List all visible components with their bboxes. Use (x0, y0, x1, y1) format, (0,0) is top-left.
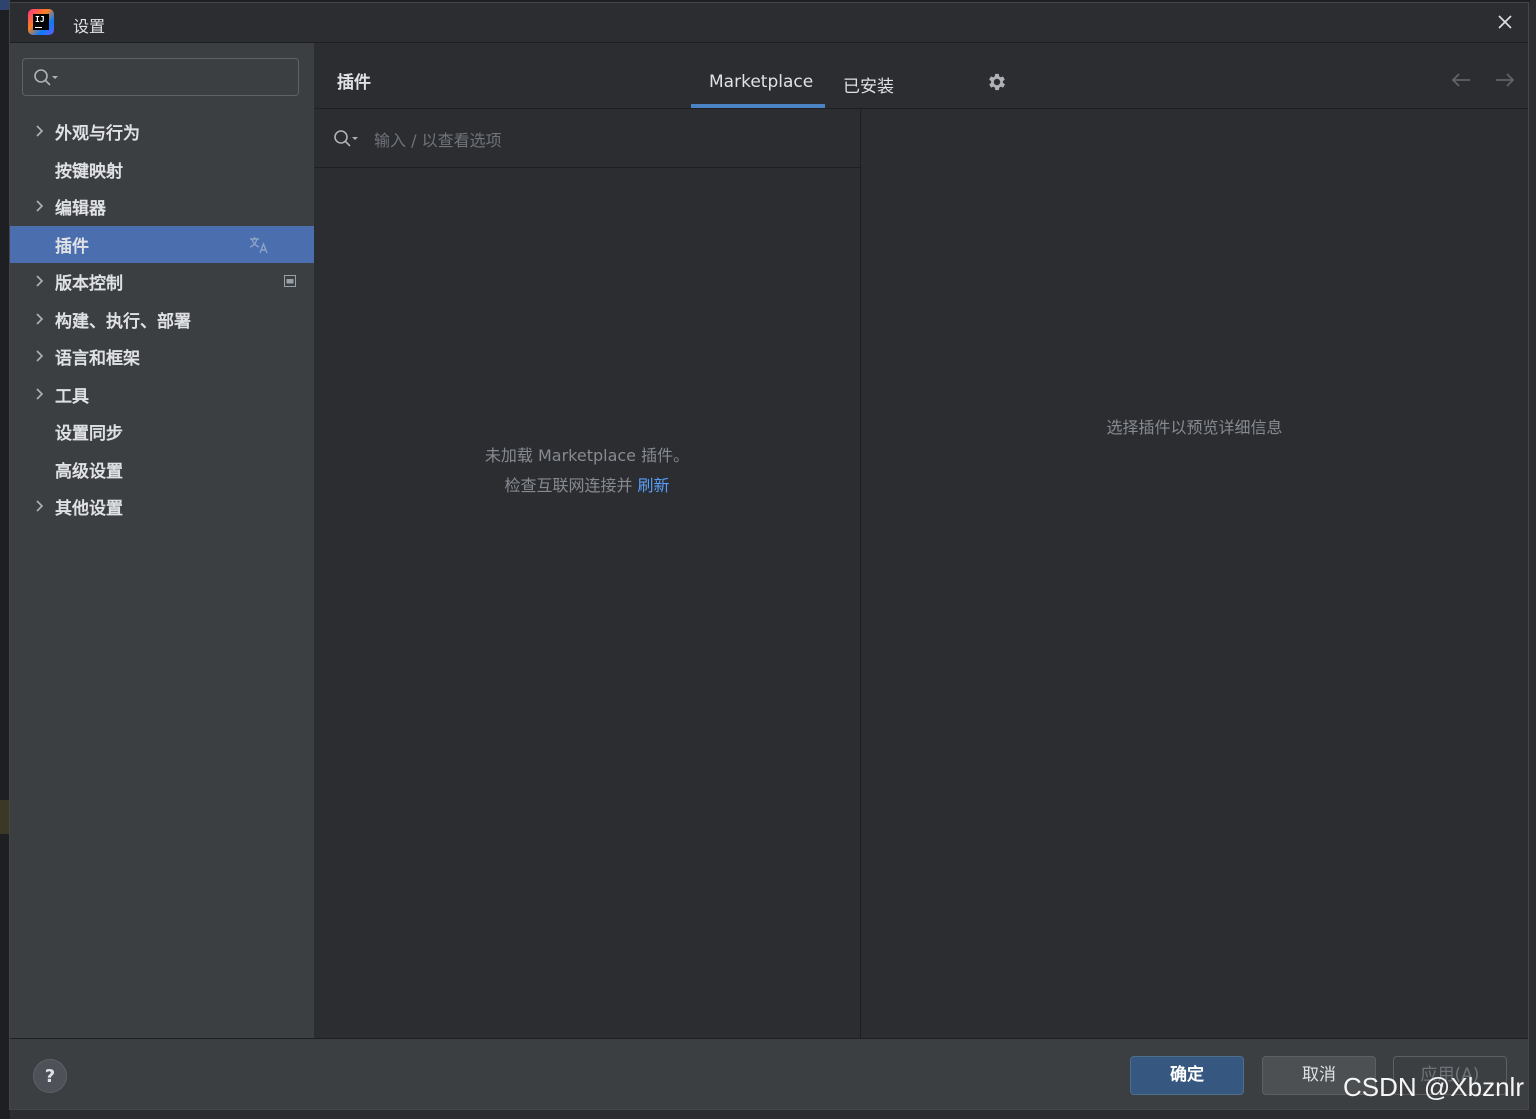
sidebar-item[interactable]: 高级设置 (10, 451, 314, 489)
tab-installed[interactable]: 已安装 (843, 72, 894, 97)
chevron-right-icon[interactable] (32, 124, 46, 138)
sidebar-item[interactable]: 按键映射 (10, 151, 314, 189)
search-dropdown-icon[interactable] (333, 129, 361, 149)
sidebar-item-label: 按键映射 (55, 161, 123, 182)
preview-hint: 选择插件以预览详细信息 (1106, 418, 1283, 437)
sidebar-item[interactable]: 编辑器 (10, 188, 314, 226)
sidebar-item-label: 语言和框架 (55, 349, 140, 370)
back-arrow-icon[interactable] (1448, 69, 1474, 91)
search-dropdown-icon[interactable] (33, 68, 61, 88)
sidebar-item-label: 工具 (55, 386, 89, 407)
plugin-search-bar[interactable] (314, 109, 860, 168)
chevron-right-icon[interactable] (32, 199, 46, 213)
chevron-right-icon[interactable] (32, 312, 46, 326)
sidebar-item-label: 其他设置 (55, 499, 123, 520)
sidebar-item[interactable]: 外观与行为 (10, 113, 314, 151)
settings-search-input[interactable] (67, 65, 291, 91)
plugin-list-pane: 未加载 Marketplace 插件。 检查互联网连接并 刷新 (314, 109, 861, 1038)
sidebar-item-label: 插件 (55, 236, 89, 257)
help-button[interactable]: ? (33, 1059, 67, 1093)
empty-state-hint: 检查互联网连接并 刷新 (314, 472, 860, 496)
gear-icon[interactable] (986, 71, 1008, 93)
chevron-right-icon[interactable] (32, 387, 46, 401)
plugin-search-input[interactable] (372, 126, 836, 154)
window-title: 设置 (73, 17, 106, 36)
project-level-icon (284, 275, 296, 287)
sidebar-item-label: 外观与行为 (55, 124, 140, 145)
plugins-header: 插件 Marketplace 已安装 (314, 43, 1528, 109)
page-title: 插件 (337, 73, 371, 93)
empty-state-hint-text: 检查互联网连接并 (504, 476, 638, 495)
ok-button[interactable]: 确定 (1130, 1056, 1244, 1095)
intellij-logo-icon: IJ (28, 9, 54, 35)
chevron-right-icon[interactable] (32, 349, 46, 363)
translate-icon (249, 236, 268, 253)
sidebar-item[interactable]: 其他设置 (10, 488, 314, 526)
chevron-right-icon[interactable] (32, 274, 46, 288)
sidebar-item[interactable]: 设置同步 (10, 413, 314, 451)
sidebar-item[interactable]: 版本控制 (10, 263, 314, 301)
refresh-link[interactable]: 刷新 (638, 476, 670, 495)
active-tab-indicator (691, 104, 825, 108)
chevron-right-icon[interactable] (32, 499, 46, 513)
plugins-page: 插件 Marketplace 已安装 未加 (314, 43, 1528, 1038)
sidebar-item[interactable]: 工具 (10, 376, 314, 414)
sidebar-item[interactable]: 语言和框架 (10, 338, 314, 376)
settings-dialog: IJ 设置 外观与行为 按键映射 编辑器 插件 版本控制 构建、执行、部署 语言和框架 工具设… (9, 2, 1529, 1110)
sidebar-item-label: 设置同步 (55, 424, 123, 445)
title-bar: IJ 设置 (10, 3, 1528, 43)
forward-arrow-icon[interactable] (1492, 69, 1518, 91)
sidebar-item-label: 高级设置 (55, 461, 123, 482)
settings-search-box[interactable] (22, 58, 299, 96)
tab-marketplace[interactable]: Marketplace (709, 72, 813, 92)
plugin-details-pane: 选择插件以预览详细信息 (861, 109, 1528, 1038)
settings-tree: 外观与行为按键映射编辑器插件版本控制构建、执行、部署 语言和框架工具设置同步高级设… (10, 113, 314, 526)
empty-state-message: 未加载 Marketplace 插件。 (484, 446, 690, 465)
sidebar-item-label: 构建、执行、部署 (55, 311, 191, 332)
close-icon[interactable] (1494, 11, 1516, 33)
dialog-footer: ? 确定 取消 应用(A) (10, 1038, 1528, 1109)
sidebar-item[interactable]: 构建、执行、部署 (10, 301, 314, 339)
settings-sidebar: 外观与行为按键映射编辑器插件版本控制构建、执行、部署 语言和框架工具设置同步高级设… (10, 43, 314, 1038)
sidebar-item-label: 编辑器 (55, 199, 106, 220)
sidebar-item[interactable]: 插件 (10, 225, 314, 263)
sidebar-item-label: 版本控制 (55, 274, 123, 295)
watermark: CSDN @Xbznlr (1343, 1072, 1524, 1102)
